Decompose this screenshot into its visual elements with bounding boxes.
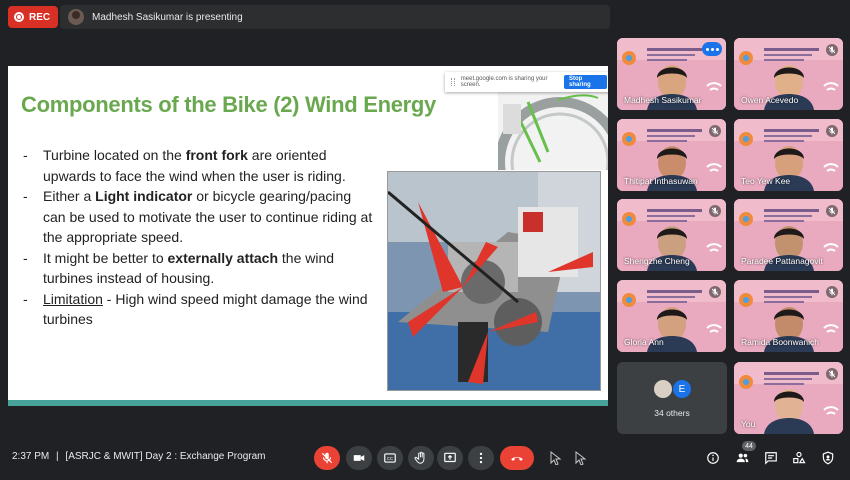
mic-off-icon — [321, 452, 333, 464]
host-controls-button[interactable] — [819, 449, 837, 467]
camera-icon — [353, 455, 365, 461]
participant-tile[interactable]: Gloria Ann — [617, 280, 726, 352]
people-icon — [736, 453, 748, 463]
mic-off-icon — [826, 367, 838, 380]
mic-off-icon — [826, 285, 838, 298]
participant-name: Teo Yew Kee — [741, 176, 791, 186]
meeting-info-button[interactable] — [704, 449, 722, 467]
avatar — [653, 379, 673, 399]
participant-tile[interactable]: Madhesh Sasikumar — [617, 38, 726, 110]
meeting-title: [ASRJC & MWIT] Day 2 : Exchange Program — [65, 451, 266, 462]
raise-hand-icon — [414, 451, 425, 464]
bullet-text: Light indicator — [95, 188, 193, 204]
hang-up-icon — [511, 456, 523, 461]
mic-toggle-button[interactable] — [314, 446, 340, 470]
cursor-icon — [572, 449, 590, 467]
presenter-avatar — [68, 9, 84, 25]
mic-off-icon — [709, 204, 721, 217]
participant-name: Shengzhe Cheng — [624, 256, 690, 266]
more-vert-icon — [479, 452, 483, 464]
bullet-text: externally attach — [167, 249, 279, 266]
drag-handle-icon[interactable] — [451, 78, 455, 86]
participant-name: Paradee Pattanagovit — [741, 256, 823, 266]
present-icon — [444, 452, 456, 463]
mic-off-icon — [826, 204, 838, 217]
camera-toggle-button[interactable] — [346, 446, 372, 470]
record-icon — [14, 12, 24, 22]
chat-icon — [765, 452, 777, 465]
mic-off-icon — [826, 124, 838, 137]
chat-button[interactable] — [762, 449, 780, 467]
slide-bullet: It might be better to externally attach … — [22, 248, 377, 289]
cursor-icon — [547, 449, 565, 467]
more-options-icon[interactable] — [702, 42, 722, 56]
bullet-text: Turbine located on the — [43, 147, 186, 163]
meeting-details: 2:37 PM | [ASRJC & MWIT] Day 2 : Exchang… — [12, 451, 265, 462]
presenter-text: Madhesh Sasikumar is presenting — [92, 11, 243, 23]
present-button[interactable] — [437, 446, 463, 470]
slide-accent-bar — [8, 400, 608, 406]
more-options-button[interactable] — [468, 446, 494, 470]
participant-tile[interactable]: Ramida Boonwanich — [734, 280, 843, 352]
slide-bullet: Either a Light indicator or bicycle gear… — [22, 186, 377, 248]
participant-name: Ramida Boonwanich — [741, 337, 819, 347]
raise-hand-button[interactable] — [408, 446, 434, 470]
mic-off-icon — [826, 43, 838, 56]
others-label: 34 others — [654, 408, 690, 418]
leave-call-button[interactable] — [500, 446, 534, 470]
recording-label: REC — [29, 11, 51, 23]
separator: | — [56, 451, 59, 462]
activities-button[interactable] — [790, 449, 808, 467]
participant-name: You — [741, 419, 756, 429]
captions-button[interactable]: CC — [377, 446, 403, 470]
participant-tile[interactable]: Paradee Pattanagovit — [734, 199, 843, 271]
participant-name: Owen Acevedo — [741, 95, 799, 105]
mic-off-icon — [709, 124, 721, 137]
clock-time: 2:37 PM — [12, 451, 50, 462]
presenter-bar[interactable]: Madhesh Sasikumar is presenting — [60, 5, 610, 29]
others-tile[interactable]: E 34 others — [617, 362, 727, 434]
stop-sharing-button[interactable]: Stop sharing — [564, 75, 607, 89]
meet-window: REC Madhesh Sasikumar is presenting Comp… — [0, 0, 850, 480]
participant-tile[interactable]: Teo Yew Kee — [734, 119, 843, 191]
screen-share-bar: meet.google.com is sharing your screen. … — [445, 72, 608, 92]
mic-off-icon — [709, 285, 721, 298]
slide-bullet: Turbine located on the front fork are or… — [22, 145, 377, 186]
lego-bike-photo — [387, 171, 601, 391]
slide-title: Components of the Bike (2) Wind Energy — [21, 92, 436, 117]
participant-tile[interactable]: You — [734, 362, 843, 434]
bullet-text: It might be better to — [43, 249, 168, 266]
slide-bullets: Turbine located on the front fork are or… — [22, 145, 377, 330]
slide-bullet: Limitation - High wind speed might damag… — [22, 289, 377, 330]
people-count-badge: 44 — [742, 441, 756, 451]
presentation-slide: Components of the Bike (2) Wind Energy T… — [8, 66, 608, 406]
bullet-text: Either a — [43, 188, 96, 204]
bullet-text: front fork — [185, 147, 248, 163]
participant-tile[interactable]: Shengzhe Cheng — [617, 199, 726, 271]
info-icon — [707, 452, 719, 464]
activities-icon — [793, 451, 806, 464]
captions-icon: CC — [384, 453, 396, 463]
participant-tile[interactable]: Thitipat Inthasuwan — [617, 119, 726, 191]
svg-text:CC: CC — [387, 456, 393, 461]
wheel-image — [498, 92, 608, 170]
people-button[interactable] — [733, 449, 751, 467]
participant-name: Madhesh Sasikumar — [624, 95, 702, 105]
participant-name: Gloria Ann — [624, 337, 664, 347]
avatar: E — [672, 379, 692, 399]
participant-name: Thitipat Inthasuwan — [624, 176, 698, 186]
share-notice: meet.google.com is sharing your screen. — [460, 76, 548, 88]
participant-tile[interactable]: Owen Acevedo — [734, 38, 843, 110]
bullet-text: Limitation — [43, 290, 103, 307]
host-controls-icon — [822, 451, 834, 465]
recording-badge: REC — [8, 6, 59, 28]
